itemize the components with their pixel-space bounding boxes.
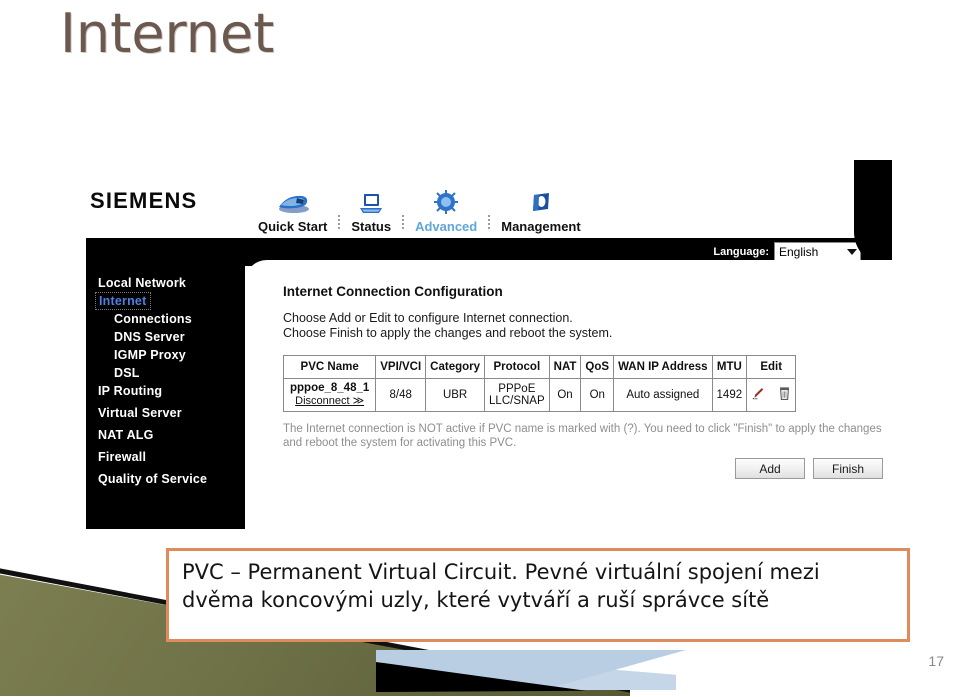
gear-chip-icon [431, 187, 461, 217]
router-body: Local Network Internet Connections DNS S… [86, 260, 898, 535]
router-content-panel: Internet Connection Configuration Choose… [245, 260, 898, 535]
trash-icon[interactable] [778, 386, 791, 404]
caption-line-1: PVC – Permanent Virtual Circuit. Pevné v… [182, 560, 820, 584]
language-select[interactable]: English [774, 242, 861, 262]
pvc-note-text: The Internet connection is NOT active if… [283, 423, 882, 449]
router-nav-tabs: Quick Start Status Advanced Management [251, 168, 588, 234]
sidebar-item-dsl[interactable]: DSL [86, 364, 245, 382]
pencil-icon[interactable] [751, 386, 766, 404]
sidebar-item-dns-server[interactable]: DNS Server [86, 328, 245, 346]
nav-label-quick-start: Quick Start [258, 219, 328, 234]
cell-category: UBR [425, 378, 486, 412]
router-header: SIEMENS Quick Start Status Advanced Mana… [86, 160, 898, 238]
cell-mtu: 1492 [711, 378, 748, 412]
col-wan-ip-address: WAN IP Address [613, 355, 713, 379]
protocol-line-1: PPPoE [498, 383, 536, 395]
nav-separator [402, 215, 405, 231]
nav-separator [488, 215, 491, 231]
sidebar-item-nat-alg[interactable]: NAT ALG [86, 426, 245, 444]
sidebar-item-ip-routing[interactable]: IP Routing [86, 382, 245, 400]
cell-wan-ip-address: Auto assigned [613, 378, 713, 412]
language-label: Language: [713, 246, 769, 258]
sidebar-item-local-network[interactable]: Local Network [86, 274, 245, 292]
laptop-icon [356, 187, 386, 217]
nav-tab-management[interactable]: Management [494, 187, 587, 234]
pvc-table: PVC Name VPI/VCI Category Protocol NAT Q… [282, 355, 797, 412]
panel-desc-line-1: Choose Add or Edit to configure Internet… [283, 311, 573, 325]
cell-qos: On [580, 378, 615, 412]
nav-label-management: Management [501, 219, 581, 234]
content-inner: Internet Connection Configuration Choose… [282, 284, 883, 479]
page-number: 17 [928, 653, 944, 669]
nav-label-status: Status [351, 219, 392, 234]
router-sidebar: Local Network Internet Connections DNS S… [86, 266, 245, 529]
panel-title: Internet Connection Configuration [283, 284, 503, 299]
cell-protocol: PPPoE LLC/SNAP [484, 378, 550, 412]
nav-separator [338, 215, 341, 231]
protocol-line-2: LLC/SNAP [489, 395, 545, 407]
sidebar-item-internet[interactable]: Internet [94, 292, 152, 310]
caption-inner: PVC – Permanent Virtual Circuit. Pevné v… [169, 551, 907, 639]
siemens-logo: SIEMENS [90, 188, 198, 213]
sidebar-item-quality-of-service[interactable]: Quality of Service [86, 470, 245, 488]
cell-nat: On [548, 378, 582, 412]
sidebar-item-virtual-server[interactable]: Virtual Server [86, 404, 245, 422]
nav-tab-status[interactable]: Status [344, 187, 398, 234]
col-qos: QoS [580, 355, 615, 379]
sidebar-item-igmp-proxy[interactable]: IGMP Proxy [86, 346, 245, 364]
action-button-row: Add Finish [283, 458, 883, 479]
col-vpi-vci: VPI/VCI [375, 355, 427, 379]
table-header-row: PVC Name VPI/VCI Category Protocol NAT Q… [282, 355, 797, 379]
pvc-name-value: pppoe_8_48_1 [290, 382, 370, 394]
router-admin-screenshot: SIEMENS Quick Start Status Advanced Mana… [86, 160, 898, 535]
sidebar-item-firewall[interactable]: Firewall [86, 448, 245, 466]
add-button[interactable]: Add [735, 458, 805, 479]
cell-edit [746, 378, 797, 412]
col-edit: Edit [746, 355, 797, 379]
book-icon [527, 187, 555, 217]
panel-desc-line-2: Choose Finish to apply the changes and r… [283, 326, 613, 340]
caption-box: PVC – Permanent Virtual Circuit. Pevné v… [166, 548, 910, 642]
band-corner-decoration [854, 160, 892, 266]
disconnect-link[interactable]: Disconnect ≫ [295, 395, 364, 408]
table-row: pppoe_8_48_1 Disconnect ≫ 8/48 UBR PPPoE… [282, 378, 797, 412]
rocket-icon [275, 187, 311, 217]
caption-line-2: dvěma koncovými uzly, které vytváří a ru… [182, 588, 770, 612]
sidebar-item-connections[interactable]: Connections [86, 310, 245, 328]
col-mtu: MTU [711, 355, 748, 379]
nav-tab-advanced[interactable]: Advanced [408, 187, 484, 234]
col-protocol: Protocol [484, 355, 550, 379]
chevron-down-icon [847, 249, 857, 255]
col-pvc-name: PVC Name [282, 355, 377, 379]
nav-tab-quick-start[interactable]: Quick Start [251, 187, 334, 234]
cell-vpi-vci: 8/48 [375, 378, 427, 412]
language-value: English [779, 245, 819, 259]
col-nat: NAT [548, 355, 582, 379]
language-selector-group: Language: English [713, 242, 861, 262]
cell-pvc-name: pppoe_8_48_1 Disconnect ≫ [282, 378, 377, 412]
col-category: Category [425, 355, 486, 379]
page-title: Internet [60, 2, 275, 65]
nav-label-advanced: Advanced [415, 219, 478, 234]
finish-button[interactable]: Finish [813, 458, 883, 479]
